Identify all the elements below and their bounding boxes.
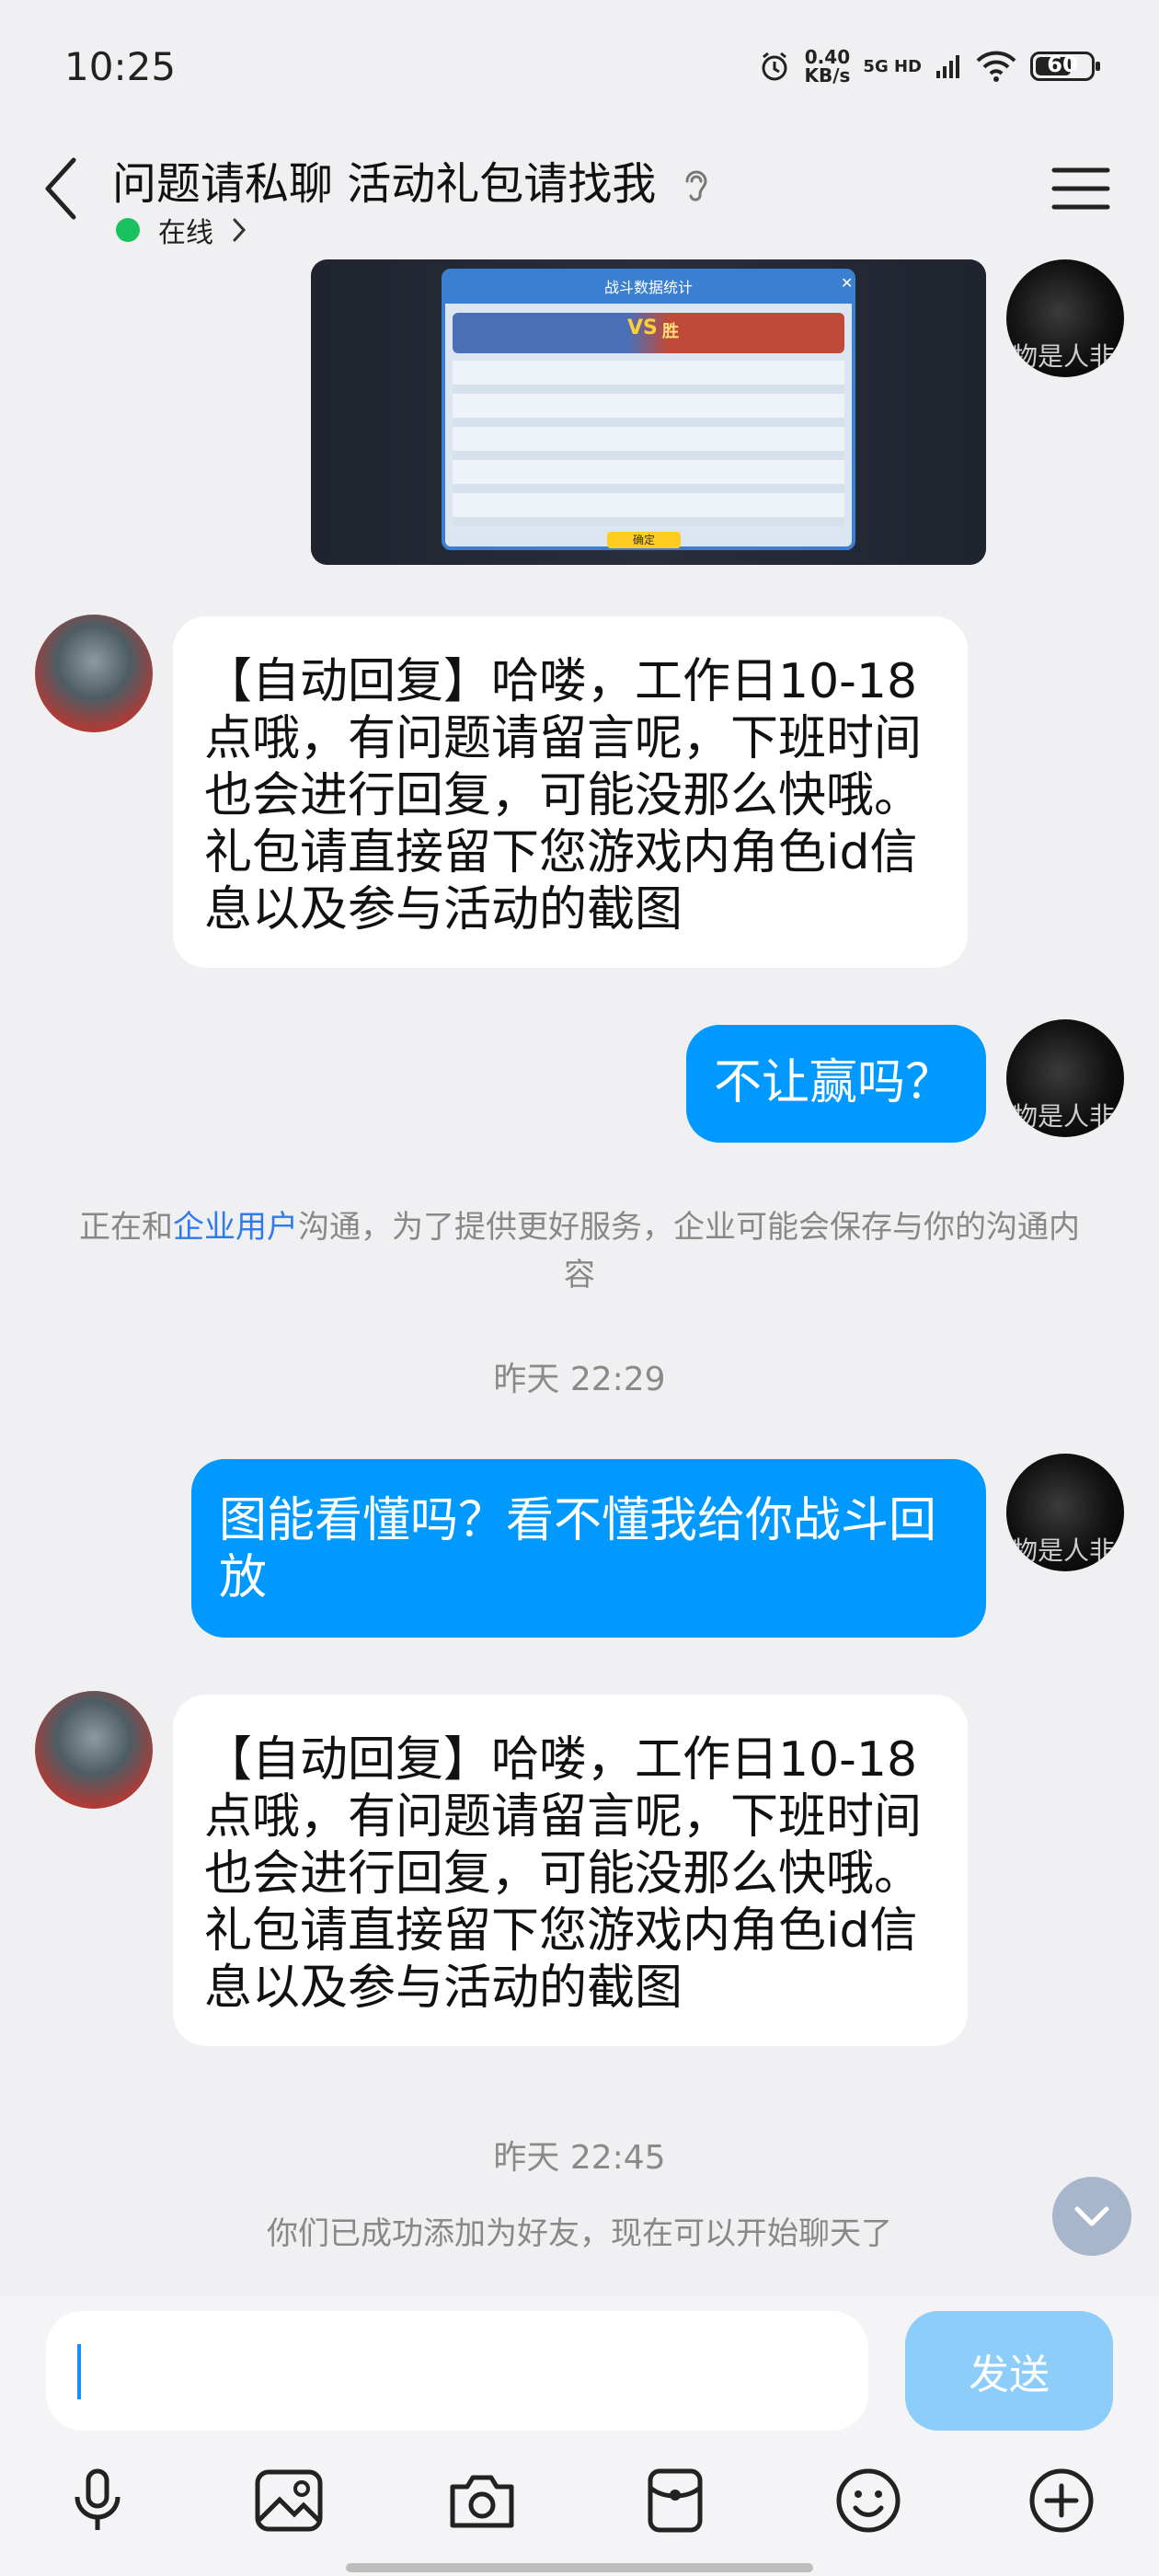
message-bubble-received[interactable]: 【自动回复】哈喽，工作日10-18点哦，有问题请留言呢，下班时间也会进行回复，可… (173, 1695, 968, 2046)
message-text: 【自动回复】哈喽，工作日10-18点哦，有问题请留言呢，下班时间也会进行回复，可… (204, 1732, 923, 2016)
chat-title: 问题请私聊 活动礼包请找我 (112, 147, 713, 212)
microphone-icon (75, 2468, 120, 2530)
online-dot (116, 218, 140, 242)
timestamp: 昨天 22:29 (493, 1361, 666, 1398)
screenshot-title: 战斗数据统计 (445, 272, 852, 304)
battery-icon: 60 (1030, 52, 1100, 81)
status-icons: 0.40 KB/s 5G HD 60 (758, 46, 1100, 86)
message-bubble-sent[interactable]: 不让赢吗？ (686, 1025, 986, 1143)
enterprise-notice: 正在和企业用户沟通，为了提供更好服务，企业可能会保存与你的沟通内容 (79, 1209, 1080, 1294)
screenshot-result: 胜 (662, 322, 679, 341)
status-time: 10:25 (64, 44, 177, 89)
image-icon (255, 2469, 323, 2532)
alarm-icon (762, 52, 787, 81)
network-speed: 0.40 KB/s (804, 46, 851, 86)
message-bubble-received[interactable]: 【自动回复】哈喽，工作日10-18点哦，有问题请留言呢，下班时间也会进行回复，可… (173, 616, 968, 968)
back-arrow-icon (45, 157, 76, 220)
timestamp: 昨天 22:45 (493, 2139, 666, 2177)
avatar-text: 物是人非 (1012, 341, 1116, 372)
contact-avatar[interactable] (35, 615, 153, 732)
online-label: 在线 (158, 217, 213, 249)
network-type: 5G HD (863, 56, 922, 76)
avatar-text: 物是人非 (1012, 1535, 1116, 1566)
avatar-text: 物是人非 (1012, 1101, 1116, 1132)
emoji-icon (836, 2468, 901, 2533)
menu-icon (1051, 167, 1110, 210)
message-bubble-sent[interactable]: 图能看懂吗？看不懂我给你战斗回放 (191, 1459, 986, 1638)
my-avatar[interactable]: 物是人非 (1006, 259, 1124, 377)
red-packet-icon (648, 2468, 703, 2533)
contact-avatar[interactable] (35, 1691, 153, 1809)
scroll-to-bottom-button[interactable] (1052, 2177, 1131, 2256)
friend-added-notice: 你们已成功添加为好友，现在可以开始聊天了 (267, 2215, 892, 2252)
screenshot-confirm-button: 确定 (607, 532, 681, 548)
online-status[interactable]: 在线 (116, 210, 247, 250)
emoji-button[interactable] (832, 2464, 905, 2537)
plus-icon (1029, 2468, 1094, 2533)
game-screenshot-image[interactable]: 战斗数据统计 ✕ VS 胜 确定 (311, 259, 986, 565)
text-caret (77, 2344, 81, 2399)
chevron-down-icon (1074, 2206, 1109, 2226)
menu-button[interactable] (1049, 161, 1113, 216)
screenshot-close-icon: ✕ (841, 274, 854, 292)
ear-icon (685, 170, 707, 201)
message-text: 不让赢吗？ (714, 1055, 954, 1110)
image-button[interactable] (252, 2464, 326, 2537)
chevron-right-icon (233, 218, 247, 242)
send-button[interactable]: 发送 (905, 2311, 1113, 2431)
message-input[interactable] (46, 2311, 868, 2431)
my-avatar[interactable]: 物是人非 (1006, 1454, 1124, 1571)
camera-button[interactable] (445, 2464, 519, 2537)
more-button[interactable] (1025, 2464, 1098, 2537)
red-packet-button[interactable] (638, 2464, 712, 2537)
message-text: 【自动回复】哈喽，工作日10-18点哦，有问题请留言呢，下班时间也会进行回复，可… (204, 654, 923, 937)
voice-button[interactable] (61, 2464, 134, 2537)
message-text: 图能看懂吗？看不懂我给你战斗回放 (219, 1493, 937, 1605)
screenshot-vs: VS (627, 316, 658, 339)
enterprise-user-link[interactable]: 企业用户 (173, 1209, 298, 1246)
camera-icon (450, 2475, 514, 2528)
home-indicator (346, 2563, 813, 2572)
wifi-icon (976, 51, 1016, 82)
my-avatar[interactable]: 物是人非 (1006, 1019, 1124, 1137)
signal-icon (936, 55, 959, 78)
back-button[interactable] (33, 152, 88, 225)
